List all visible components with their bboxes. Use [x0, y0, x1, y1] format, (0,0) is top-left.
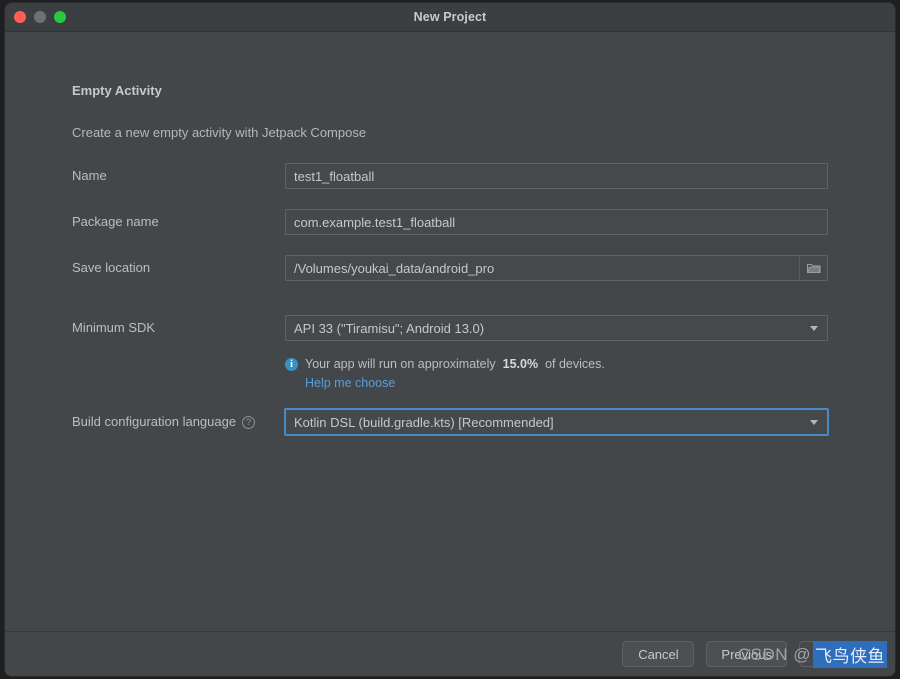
minimum-sdk-value: API 33 ("Tiramisu"; Android 13.0) [294, 320, 485, 336]
name-input-value: test1_floatball [294, 168, 375, 184]
package-name-input-value: com.example.test1_floatball [294, 214, 456, 230]
form-row-name: Name test1_floatball [72, 163, 828, 189]
minimum-sdk-label: Minimum SDK [72, 320, 156, 335]
help-me-choose-link[interactable]: Help me choose [305, 376, 395, 390]
sdk-info-suffix: of devices. [545, 357, 605, 371]
form-row-build-language: Build configuration language ? Kotlin DS… [72, 409, 828, 435]
new-project-dialog: New Project Empty Activity Create a new … [4, 2, 896, 677]
sdk-info-percent: 15.0% [502, 357, 539, 371]
window-title: New Project [413, 10, 487, 24]
dialog-content: Empty Activity Create a new empty activi… [5, 32, 895, 676]
build-language-label-group: Build configuration language ? [72, 409, 256, 435]
screenshot-root: New Project Empty Activity Create a new … [0, 0, 900, 679]
folder-icon[interactable] [799, 256, 827, 280]
finish-button[interactable]: Finish [799, 641, 877, 667]
form-row-save-location: Save location /Volumes/youkai_data/andro… [72, 255, 828, 281]
previous-button[interactable]: Previous [706, 641, 787, 667]
chevron-down-icon[interactable] [801, 410, 827, 434]
build-language-label: Build configuration language [72, 414, 237, 429]
sdk-info-prefix: Your app will run on approximately [305, 357, 496, 371]
window-titlebar[interactable]: New Project [5, 3, 895, 32]
package-name-label: Package name [72, 214, 159, 229]
build-language-dropdown[interactable]: Kotlin DSL (build.gradle.kts) [Recommend… [285, 409, 828, 435]
template-name: Empty Activity [72, 83, 162, 98]
cancel-button[interactable]: Cancel [622, 641, 695, 667]
save-location-input-value: /Volumes/youkai_data/android_pro [294, 260, 495, 276]
form-row-package-name: Package name com.example.test1_floatball [72, 209, 828, 235]
chevron-down-icon[interactable] [801, 316, 827, 340]
template-description: Create a new empty activity with Jetpack… [72, 125, 367, 140]
question-mark-icon[interactable]: ? [242, 415, 256, 429]
dialog-footer: Cancel Previous Finish [5, 631, 895, 676]
save-location-label: Save location [72, 260, 151, 275]
minimum-sdk-dropdown[interactable]: API 33 ("Tiramisu"; Android 13.0) [285, 315, 828, 341]
form-row-minimum-sdk: Minimum SDK API 33 ("Tiramisu"; Android … [72, 315, 828, 341]
save-location-input[interactable]: /Volumes/youkai_data/android_pro [285, 255, 828, 281]
name-input[interactable]: test1_floatball [285, 163, 828, 189]
build-language-value: Kotlin DSL (build.gradle.kts) [Recommend… [294, 414, 554, 430]
info-icon: i [285, 357, 298, 371]
name-label: Name [72, 168, 107, 183]
sdk-device-coverage-info: i Your app will run on approximately 15.… [285, 357, 605, 371]
package-name-input[interactable]: com.example.test1_floatball [285, 209, 828, 235]
